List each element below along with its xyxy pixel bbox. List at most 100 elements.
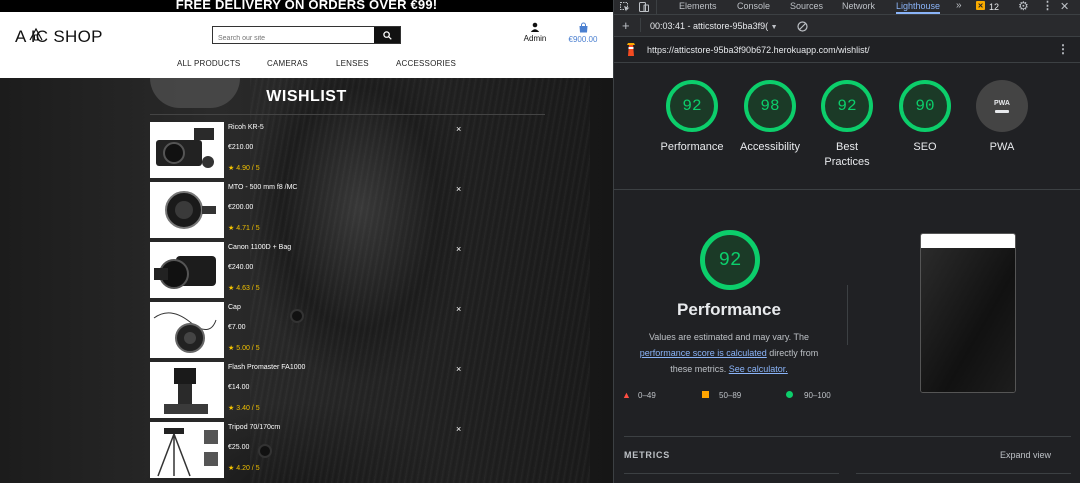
vertical-divider: [847, 285, 848, 345]
score-calculated-link[interactable]: performance score is calculated: [640, 348, 767, 358]
tab-console[interactable]: Console: [737, 1, 770, 11]
thumbnail-header: [921, 234, 1015, 248]
star-icon: ★: [228, 405, 237, 412]
see-calculator-link[interactable]: See calculator.: [729, 364, 788, 374]
warning-icon[interactable]: ✕: [976, 1, 985, 10]
star-icon: ★: [228, 225, 237, 232]
plus-icon[interactable]: +: [622, 18, 630, 33]
nav-accessories[interactable]: ACCESSORIES: [396, 59, 456, 68]
score-label: Performance: [660, 141, 724, 153]
warnings-count[interactable]: 12: [989, 2, 999, 12]
product-price: €25.00: [228, 444, 250, 451]
nav-all-products[interactable]: ALL PRODUCTS: [177, 59, 240, 68]
report-url[interactable]: https://atticstore-95ba3f90b672.herokuap…: [647, 45, 870, 55]
report-menu-icon[interactable]: ⋮: [1057, 42, 1069, 56]
fail-triangle-icon: ▲: [622, 390, 631, 400]
shopping-bag-link[interactable]: €900.00: [564, 22, 602, 44]
star-icon: ★: [228, 165, 237, 172]
close-icon[interactable]: ✕: [1060, 0, 1069, 13]
page-title: WISHLIST: [266, 88, 347, 105]
metrics-heading: METRICS: [624, 450, 671, 460]
search-input[interactable]: [213, 30, 375, 47]
shopping-bag-icon: [579, 22, 587, 33]
page-screenshot-thumbnail[interactable]: [920, 233, 1016, 393]
product-image[interactable]: [150, 242, 224, 298]
product-image[interactable]: [150, 182, 224, 238]
tab-sources[interactable]: Sources: [790, 1, 823, 11]
bag-total: €900.00: [568, 35, 598, 44]
gauge-seo[interactable]: 90 SEO: [885, 80, 965, 155]
rating-value: 5.00 / 5: [236, 345, 260, 352]
tab-lighthouse[interactable]: Lighthouse: [896, 1, 941, 14]
product-price: €7.00: [228, 324, 246, 331]
account-label: Admin: [523, 34, 547, 43]
wishlist-item: Cap €7.00 ★ 5.00 / 5 ×: [150, 302, 470, 362]
product-price: €14.00: [228, 384, 250, 391]
product-name[interactable]: Cap: [228, 304, 241, 311]
remove-from-wishlist-button[interactable]: ×: [456, 184, 461, 194]
inspect-element-icon[interactable]: [620, 2, 630, 12]
remove-from-wishlist-button[interactable]: ×: [456, 244, 461, 254]
average-square-icon: [702, 391, 709, 398]
more-tabs-button[interactable]: »: [956, 0, 962, 11]
thumbnail-body: [921, 248, 1015, 392]
tab-separator: [656, 0, 657, 14]
expand-view-toggle[interactable]: Expand view: [1000, 450, 1051, 460]
legend-pass-range: 90–100: [804, 391, 831, 400]
product-price: €200.00: [228, 204, 254, 211]
toolbar-separator: [640, 18, 641, 32]
product-name[interactable]: Ricoh KR-5: [228, 124, 264, 131]
account-link[interactable]: Admin: [520, 22, 550, 43]
rating-value: 4.63 / 5: [236, 285, 260, 292]
device-toolbar-icon[interactable]: [639, 2, 649, 12]
product-name[interactable]: Flash Promaster FA1000: [228, 364, 305, 371]
chevron-down-icon: ▼: [770, 24, 778, 31]
gear-icon[interactable]: ⚙: [1018, 0, 1029, 13]
rating-value: 4.71 / 5: [236, 225, 260, 232]
wishlist-item: Ricoh KR-5 €210.00 ★ 4.90 / 5 ×: [150, 122, 470, 182]
lighthouse-logo-icon: [627, 43, 635, 56]
clear-icon[interactable]: [797, 21, 808, 32]
search-button[interactable]: [374, 27, 400, 43]
desc-text-1: Values are estimated and may vary. The: [648, 332, 810, 342]
performance-title: Performance: [677, 300, 781, 319]
wishlist-item: Flash Promaster FA1000 €14.00 ★ 3.40 / 5…: [150, 362, 470, 422]
rating-value: 4.20 / 5: [236, 465, 260, 472]
search-bar: [212, 26, 401, 47]
legend-average-range: 50–89: [719, 391, 742, 400]
score-label: Accessibility: [740, 141, 800, 153]
product-image[interactable]: [150, 422, 224, 478]
wishlist-item: MTO - 500 mm f8 /MC €200.00 ★ 4.71 / 5 ×: [150, 182, 470, 242]
gauge-accessibility[interactable]: 98 Accessibility: [730, 80, 810, 155]
product-name[interactable]: Canon 1100D + Bag: [228, 244, 291, 251]
gauge-best-practices[interactable]: 92 Best Practices: [807, 80, 887, 170]
star-icon: ★: [228, 345, 237, 352]
nav-lenses[interactable]: LENSES: [336, 59, 369, 68]
product-image[interactable]: [150, 302, 224, 358]
legend-fail-range: 0–49: [638, 391, 656, 400]
wishlist-item: Canon 1100D + Bag €240.00 ★ 4.63 / 5 ×: [150, 242, 470, 302]
remove-from-wishlist-button[interactable]: ×: [456, 124, 461, 134]
product-image[interactable]: [150, 122, 224, 178]
nav-cameras[interactable]: CAMERAS: [267, 59, 308, 68]
product-name[interactable]: MTO - 500 mm f8 /MC: [228, 184, 298, 191]
product-name[interactable]: Tripod 70/170cm: [228, 424, 280, 431]
product-image[interactable]: [150, 362, 224, 418]
tab-network[interactable]: Network: [842, 1, 875, 11]
gauge-performance[interactable]: 92 Performance: [652, 80, 732, 155]
metrics-divider: [624, 436, 1071, 437]
remove-from-wishlist-button[interactable]: ×: [456, 424, 461, 434]
kebab-menu-icon[interactable]: ⋮: [1042, 0, 1053, 12]
star-icon: ★: [228, 285, 237, 292]
report-url-bar: https://atticstore-95ba3f90b672.herokuap…: [614, 37, 1080, 63]
product-rating: ★ 4.71 / 5: [228, 224, 260, 232]
report-selector[interactable]: 00:03:41 - atticstore-95ba3f9( ▼: [650, 21, 778, 31]
gauge-pwa[interactable]: PWA PWA: [962, 80, 1042, 155]
tab-elements[interactable]: Elements: [679, 1, 717, 11]
score-ring: 92: [666, 80, 718, 132]
performance-description: Values are estimated and may vary. The p…: [624, 329, 834, 377]
remove-from-wishlist-button[interactable]: ×: [456, 304, 461, 314]
section-divider: [614, 189, 1080, 190]
remove-from-wishlist-button[interactable]: ×: [456, 364, 461, 374]
product-rating: ★ 4.63 / 5: [228, 284, 260, 292]
